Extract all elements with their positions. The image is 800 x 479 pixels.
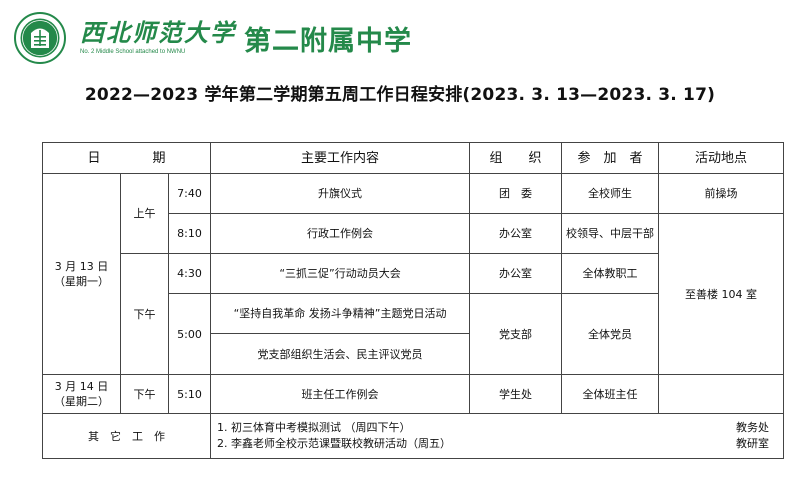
university-brand: 西北师范大学 No. 2 Middle School attached to N… [80, 12, 236, 64]
school-name: 第二附属中学 [244, 25, 412, 57]
header-participants: 参 加 者 [561, 142, 660, 174]
time-cell: 5:00 [167, 293, 212, 375]
location-cell: 前操场 [658, 173, 785, 214]
other-work-label: 其 它 工 作 [41, 413, 212, 459]
content-cell: “三抓三促”行动动员大会 [210, 253, 471, 294]
table-header-row: 日 期 主要工作内容 组 织 参 加 者 活动地点 [41, 142, 785, 174]
other-work-row: 其 它 工 作 1. 初三体育中考模拟测试 （周四下午） 教务处 2. 李鑫老师… [41, 413, 785, 459]
list-item: 1. 初三体育中考模拟测试 （周四下午） 教务处 [217, 420, 769, 436]
participants-cell: 全校师生 [561, 173, 660, 214]
table-row: 3 月 13 日 （星期一） 上午 7:40 升旗仪式 团 委 全校师生 前操场 [42, 173, 785, 375]
other-item-text: 1. 初三体育中考模拟测试 （周四下午） [217, 421, 411, 434]
participants-cell: 全体教职工 [561, 253, 660, 294]
location-cell: 至善楼 104 室 [658, 213, 785, 375]
other-item-dept: 教研室 [736, 437, 770, 450]
time-cell: 8:10 [167, 213, 212, 254]
table-row: 3 月 14 日 （星期二） 下午 5:10 班主任工作例会 学生处 全体班主任 [42, 374, 785, 414]
header-content: 主要工作内容 [210, 142, 471, 174]
page-title: 2022—2023 学年第二学期第五周工作日程安排(2023. 3. 13—20… [84, 85, 716, 105]
header-org: 组 织 [469, 142, 563, 174]
period-pm: 下午 [120, 253, 169, 375]
header-date: 日 期 [41, 142, 212, 174]
period-pm: 下午 [120, 374, 169, 414]
school-header: 西北师范大学 No. 2 Middle School attached to N… [14, 10, 412, 66]
time-cell: 7:40 [167, 173, 212, 214]
content-cell: 班主任工作例会 [210, 374, 471, 414]
org-cell: 学生处 [469, 374, 563, 414]
participants-cell: 全体班主任 [561, 374, 660, 414]
date-text: 3 月 14 日 [54, 380, 109, 393]
participants-cell: 全体党员 [561, 293, 660, 375]
content-cell: 党支部组织生活会、民主评议党员 [210, 333, 471, 375]
list-item: 2. 李鑫老师全校示范课暨联校教研活动（周五） 教研室 [217, 436, 769, 452]
org-cell: 办公室 [469, 253, 563, 294]
time-cell: 5:10 [167, 374, 212, 414]
school-emblem-icon [14, 12, 66, 64]
date-cell-mar14: 3 月 14 日 （星期二） [42, 374, 121, 414]
content-cell: “坚持自我革命 发扬斗争精神”主题党日活动 [210, 293, 471, 334]
other-item-dept: 教务处 [736, 421, 770, 434]
period-am: 上午 [120, 173, 169, 254]
other-work-list: 1. 初三体育中考模拟测试 （周四下午） 教务处 2. 李鑫老师全校示范课暨联校… [210, 413, 785, 459]
other-item-text: 2. 李鑫老师全校示范课暨联校教研活动（周五） [217, 437, 452, 450]
weekday-text: （星期二） [54, 395, 109, 408]
date-text: 3 月 13 日 [54, 260, 109, 273]
header-location: 活动地点 [658, 142, 785, 174]
org-cell: 党支部 [469, 293, 563, 375]
time-cell: 4:30 [167, 253, 212, 294]
org-cell: 办公室 [469, 213, 563, 254]
content-cell: 升旗仪式 [210, 173, 471, 214]
date-cell-mar13: 3 月 13 日 （星期一） [42, 173, 121, 375]
schedule-table: 日 期 主要工作内容 组 织 参 加 者 活动地点 3 月 13 日 （星期一）… [41, 142, 785, 459]
participants-cell: 校领导、中层干部 [561, 213, 660, 254]
weekday-text: （星期一） [54, 275, 109, 288]
university-english-name: No. 2 Middle School attached to NWNU [80, 49, 186, 55]
location-cell [658, 374, 785, 414]
org-cell: 团 委 [469, 173, 563, 214]
content-cell: 行政工作例会 [210, 213, 471, 254]
university-name: 西北师范大学 [80, 18, 236, 47]
